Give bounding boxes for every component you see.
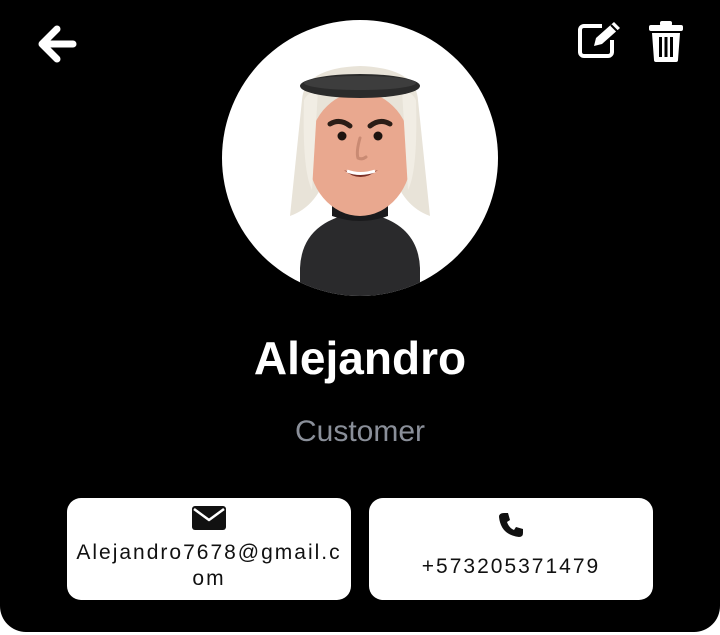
profile-role: Customer [294,415,426,448]
phone-icon [499,513,523,537]
phone-text: +573205371479 [421,555,601,578]
arrow-left-icon [38,25,77,63]
phone-card[interactable]: +573205371479 [369,498,653,600]
email-text: Alejandro7678@gmail.com [76,541,342,590]
contact-detail-screen: Alejandro Customer Alejandro7678@gmail.c… [0,0,720,632]
back-button[interactable] [34,22,80,66]
trash-icon [649,21,683,62]
avatar [222,20,498,296]
email-card[interactable]: Alejandro7678@gmail.com [67,498,351,600]
edit-icon [578,22,620,58]
person-avatar-icon [290,66,430,296]
delete-button[interactable] [644,18,688,64]
edit-button[interactable] [574,18,626,62]
envelope-icon [192,506,226,530]
profile-name: Alejandro [253,332,467,384]
